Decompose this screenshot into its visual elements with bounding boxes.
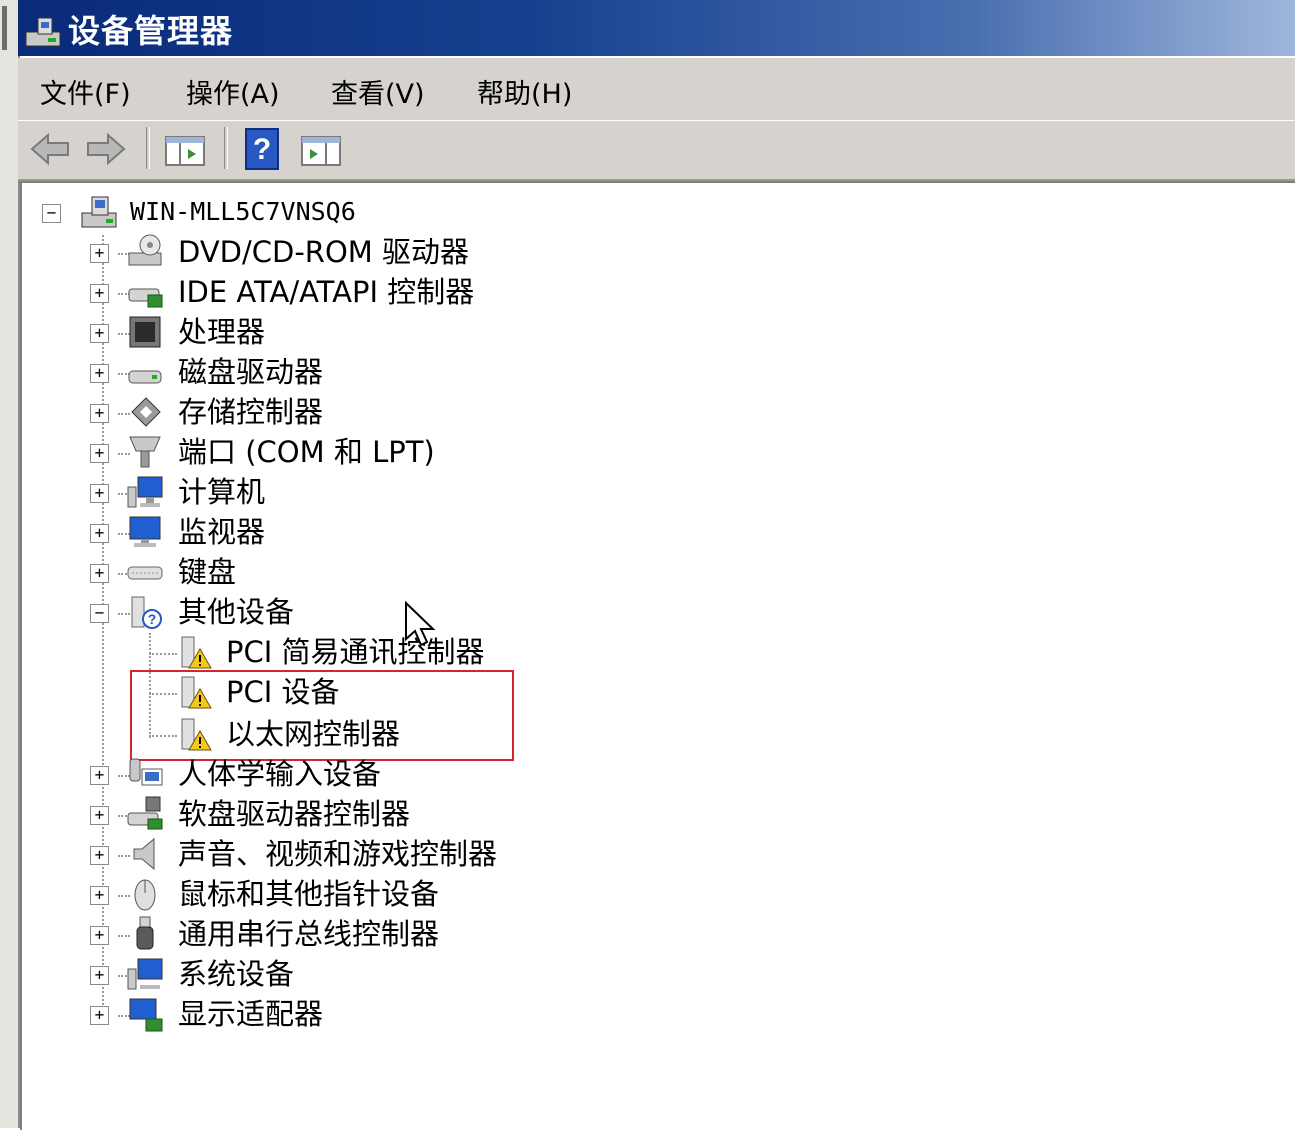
- expand-toggle[interactable]: +: [90, 364, 109, 383]
- tree-item-label[interactable]: 系统设备: [178, 957, 294, 991]
- show-hide-console-tree-button[interactable]: [164, 133, 206, 169]
- menu-action[interactable]: 操作(A): [186, 72, 280, 111]
- collapse-toggle[interactable]: −: [90, 604, 109, 623]
- mouse-icon: [134, 879, 156, 911]
- mouse-pointer-icon: [405, 601, 436, 647]
- forward-button[interactable]: [84, 131, 128, 167]
- expand-toggle[interactable]: +: [90, 484, 109, 503]
- svg-text:?: ?: [148, 611, 157, 627]
- tree-item-label[interactable]: 显示适配器: [178, 997, 323, 1031]
- sound-icon: [133, 837, 155, 871]
- tree-item-label[interactable]: 端口 (COM 和 LPT): [178, 435, 435, 469]
- highlight-box: [130, 670, 514, 761]
- expand-toggle[interactable]: +: [90, 244, 109, 263]
- help-icon: ?: [245, 128, 279, 170]
- device-tree-pane: − WIN-MLL5C7VNSQ6 + DVD/CD-ROM 驱动器 + IDE…: [20, 181, 1295, 1130]
- console-tree-icon: [165, 136, 205, 166]
- tree-connector: [102, 235, 104, 1025]
- tree-item-label[interactable]: 人体学输入设备: [178, 757, 381, 791]
- ide-controller-icon: [128, 288, 163, 308]
- expand-toggle[interactable]: +: [90, 1006, 109, 1025]
- toolbar-separator: [224, 127, 228, 169]
- left-window-border: [0, 0, 20, 1128]
- tree-root-label[interactable]: WIN-MLL5C7VNSQ6: [130, 195, 356, 229]
- tree-item-label[interactable]: 声音、视频和游戏控制器: [178, 837, 497, 871]
- help-button[interactable]: ?: [244, 127, 280, 171]
- tree-item-label[interactable]: 处理器: [178, 315, 265, 349]
- tree-item-label[interactable]: 其他设备: [178, 595, 294, 629]
- expand-toggle[interactable]: +: [90, 524, 109, 543]
- dvd-drive-icon: [128, 234, 162, 266]
- expand-toggle[interactable]: +: [90, 444, 109, 463]
- keyboard-icon: [127, 566, 163, 580]
- tree-item-label[interactable]: 计算机: [178, 475, 265, 509]
- menu-view[interactable]: 查看(V): [331, 72, 425, 111]
- action-pane-icon: [301, 136, 341, 166]
- unknown-device-icon: ?: [131, 596, 162, 629]
- tree-item-label[interactable]: DVD/CD-ROM 驱动器: [178, 235, 469, 269]
- expand-toggle[interactable]: +: [90, 926, 109, 945]
- device-manager-icon: [25, 17, 61, 47]
- floppy-controller-icon: [127, 796, 163, 830]
- processor-icon: [129, 316, 161, 348]
- warning-device-icon: [181, 636, 212, 669]
- computer-monitor-icon: [127, 476, 163, 508]
- back-arrow-icon: [30, 132, 69, 166]
- hid-icon: [129, 758, 163, 786]
- display-adapter-icon: [129, 998, 163, 1032]
- tree-item-label[interactable]: 磁盘驱动器: [178, 355, 323, 389]
- expand-toggle[interactable]: +: [90, 766, 109, 785]
- expand-toggle[interactable]: +: [90, 966, 109, 985]
- system-device-icon: [127, 958, 163, 990]
- expand-toggle[interactable]: +: [90, 846, 109, 865]
- usb-icon: [136, 916, 154, 950]
- storage-controller-icon: [131, 397, 161, 427]
- tree-item-label[interactable]: 存储控制器: [178, 395, 323, 429]
- expand-toggle[interactable]: +: [90, 324, 109, 343]
- tree-item-label[interactable]: 键盘: [178, 555, 236, 589]
- expand-toggle[interactable]: +: [90, 404, 109, 423]
- back-button[interactable]: [28, 131, 72, 167]
- port-icon: [129, 436, 161, 468]
- tree-item-label[interactable]: 通用串行总线控制器: [178, 917, 439, 951]
- disk-drive-icon: [128, 370, 162, 384]
- expand-toggle[interactable]: +: [90, 564, 109, 583]
- menu-bar: 文件(F) 操作(A) 查看(V) 帮助(H): [18, 58, 1295, 121]
- expand-toggle[interactable]: +: [90, 806, 109, 825]
- expand-toggle[interactable]: +: [90, 284, 109, 303]
- monitor-icon: [129, 516, 161, 547]
- toolbar: ?: [18, 121, 1295, 181]
- expand-toggle[interactable]: +: [90, 886, 109, 905]
- tree-item-label[interactable]: IDE ATA/ATAPI 控制器: [178, 275, 474, 309]
- computer-icon: [81, 196, 117, 228]
- tree-item-label[interactable]: 监视器: [178, 515, 265, 549]
- window-title: 设备管理器: [68, 12, 234, 50]
- tree-item-label[interactable]: 软盘驱动器控制器: [178, 797, 410, 831]
- svg-text:?: ?: [253, 133, 271, 166]
- device-manager-window: 设备管理器 文件(F) 操作(A) 查看(V) 帮助(H) ? − WIN-ML…: [18, 0, 1295, 1130]
- toolbar-separator: [146, 127, 150, 169]
- menu-help[interactable]: 帮助(H): [477, 72, 572, 111]
- root-collapse-toggle[interactable]: −: [42, 204, 61, 223]
- title-bar[interactable]: 设备管理器: [18, 0, 1295, 56]
- forward-arrow-icon: [87, 132, 126, 166]
- show-hide-action-pane-button[interactable]: [300, 133, 342, 169]
- tree-item-label[interactable]: 鼠标和其他指针设备: [178, 877, 439, 911]
- tree-child-label[interactable]: PCI 简易通讯控制器: [226, 635, 485, 669]
- menu-file[interactable]: 文件(F): [40, 72, 131, 111]
